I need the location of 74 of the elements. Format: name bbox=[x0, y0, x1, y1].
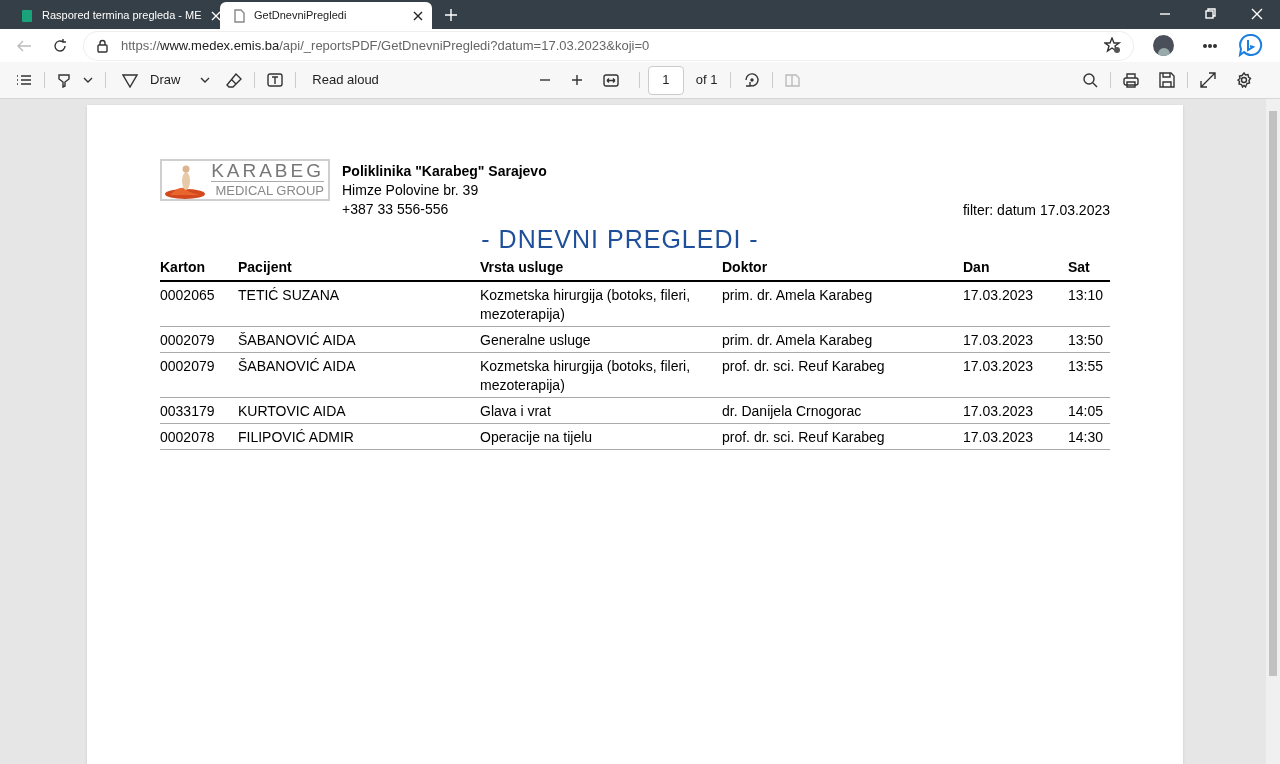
avatar[interactable] bbox=[1153, 35, 1174, 56]
chat-bubble-icon[interactable] bbox=[1238, 32, 1264, 59]
table-cell-text: 13:50 bbox=[1068, 331, 1105, 350]
page-count: of 1 bbox=[695, 71, 718, 90]
table-cell-text: ŠABANOVIĆ AIDA bbox=[238, 357, 357, 376]
chevron-down-icon[interactable] bbox=[83, 77, 93, 83]
logo: KARABEG MEDICAL GROUP bbox=[160, 159, 330, 201]
address: Himze Polovine br. 39 bbox=[342, 181, 480, 200]
table-cell-text: 17.03.2023 bbox=[963, 331, 1035, 350]
new-tab-icon[interactable] bbox=[444, 7, 458, 22]
address-field[interactable]: https://www.medex.emis.ba/api/_reportsPDF/GetDnevniPregledi?datum=17.03.2023&koji=0 bbox=[84, 31, 1133, 60]
settings-icon[interactable] bbox=[1236, 72, 1252, 88]
text-box-icon[interactable] bbox=[267, 73, 284, 87]
table-cell-text: prim. dr. Amela Karabeg bbox=[722, 331, 874, 350]
chevron-down-icon[interactable] bbox=[200, 77, 211, 83]
fit-width-icon[interactable] bbox=[602, 73, 619, 87]
table-cell-text: prof. dr. sci. Reuf Karabeg bbox=[722, 428, 886, 447]
filter-text: filter: datum 17.03.2023 bbox=[962, 201, 1110, 220]
scrollbar[interactable] bbox=[1266, 99, 1280, 764]
pen-icon bbox=[122, 72, 138, 88]
column-header: Doktor bbox=[722, 258, 769, 277]
document-icon bbox=[232, 8, 246, 23]
table-cell-text: ŠABANOVIĆ AIDA bbox=[238, 331, 357, 350]
table-cell-text: 17.03.2023 bbox=[963, 428, 1035, 447]
search-icon[interactable] bbox=[1083, 72, 1098, 88]
app-icon bbox=[20, 8, 34, 23]
column-header: Vrsta usluge bbox=[480, 258, 565, 277]
phone: +387 33 556-556 bbox=[342, 200, 450, 219]
clinic-name: Poliklinika "Karabeg" Sarajevo bbox=[342, 162, 547, 181]
table-cell-text: dr. Danijela Crnogorac bbox=[722, 402, 863, 421]
table-cell-text: 0002079 bbox=[160, 331, 216, 350]
lock-icon bbox=[96, 38, 109, 53]
print-icon[interactable] bbox=[1123, 72, 1139, 88]
zoom-in-icon[interactable] bbox=[570, 74, 583, 86]
table-cell-text: 17.03.2023 bbox=[963, 357, 1035, 376]
table-cell-text: 13:55 bbox=[1068, 357, 1105, 376]
table-cell-text: 0002078 bbox=[160, 428, 216, 447]
refresh-icon[interactable] bbox=[52, 37, 68, 54]
eraser-icon[interactable] bbox=[226, 72, 243, 88]
column-header: Karton bbox=[160, 258, 207, 277]
close-icon[interactable] bbox=[412, 9, 424, 22]
page-number-field[interactable]: 1 bbox=[647, 65, 684, 95]
table-cell-text: TETIĆ SUZANA bbox=[238, 286, 341, 305]
table-cell-text: Generalne usluge bbox=[480, 331, 592, 350]
table-cell-text: 17.03.2023 bbox=[963, 402, 1035, 421]
column-header: Dan bbox=[963, 258, 991, 277]
report-title: - DNEVNI PREGLEDI - bbox=[480, 224, 760, 254]
draw-button[interactable]: Draw bbox=[118, 70, 185, 90]
column-header: Pacijent bbox=[238, 258, 293, 277]
table-cell-text: 13:10 bbox=[1068, 286, 1105, 305]
table-cell-text: FILIPOVIĆ ADMIR bbox=[238, 428, 355, 447]
table-cell-text: 0002065 bbox=[160, 286, 216, 305]
highlighter-icon[interactable] bbox=[57, 72, 71, 88]
table-cell-text: 14:30 bbox=[1068, 428, 1105, 447]
list-icon[interactable] bbox=[16, 73, 32, 87]
expand-icon[interactable] bbox=[1200, 72, 1216, 88]
table-cell-text: prof. dr. sci. Reuf Karabeg bbox=[722, 357, 886, 376]
save-icon[interactable] bbox=[1159, 72, 1175, 88]
table-cell-text: KURTOVIC AIDA bbox=[238, 402, 347, 421]
restore-icon[interactable] bbox=[1205, 7, 1217, 20]
read-aloud-button[interactable]: Read aloud bbox=[308, 70, 383, 90]
rotate-icon[interactable] bbox=[742, 72, 760, 88]
table-cell-text: 0002079 bbox=[160, 357, 216, 376]
table-cell-text: 0033179 bbox=[160, 402, 216, 421]
table-cell-text: Kozmetska hirurgija (botoks, fileri, mezoterapija) bbox=[480, 286, 692, 324]
table-cell-text: Kozmetska hirurgija (botoks, fileri, mezoterapija) bbox=[480, 357, 692, 395]
table-cell-text: prim. dr. Amela Karabeg bbox=[722, 286, 874, 305]
table-cell-text: Operacije na tijelu bbox=[480, 428, 594, 447]
column-header: Sat bbox=[1068, 258, 1091, 277]
table-cell-text: 14:05 bbox=[1068, 402, 1105, 421]
browser-tab[interactable]: GetDnevniPregledi bbox=[220, 2, 432, 29]
favorite-star-icon[interactable] bbox=[1104, 37, 1121, 54]
table-cell-text: Glava i vrat bbox=[480, 402, 552, 421]
table-cell-text: 17.03.2023 bbox=[963, 286, 1035, 305]
